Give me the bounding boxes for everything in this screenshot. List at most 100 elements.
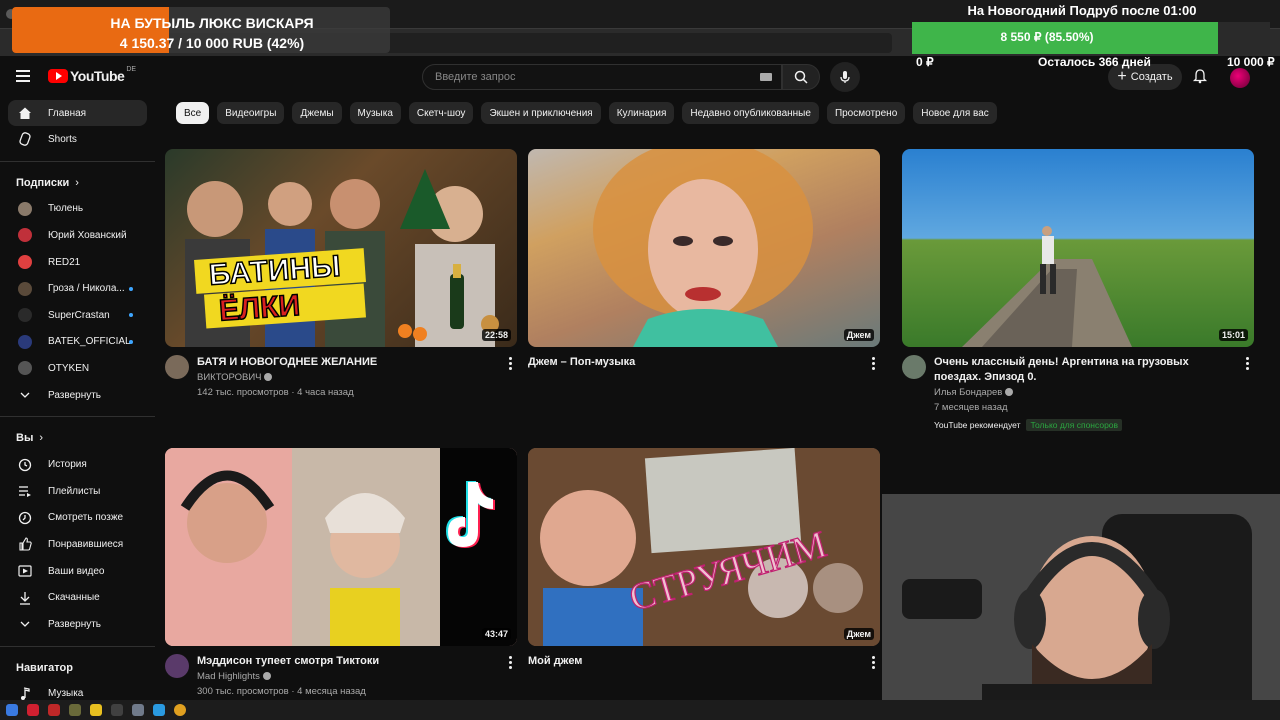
video-card[interactable]: БАТИНЫ ЁЛКИ 22:58 БАТЯ И НОВОГОДНЕЕ ЖЕЛА… bbox=[165, 149, 517, 400]
more-options-icon[interactable] bbox=[872, 656, 876, 671]
channel-avatar[interactable] bbox=[902, 355, 926, 379]
search-button[interactable] bbox=[782, 64, 820, 90]
app-icon[interactable] bbox=[90, 704, 102, 716]
start-menu-icon[interactable] bbox=[6, 704, 18, 716]
subathon-max-label: 10 000 ₽ bbox=[1227, 55, 1275, 69]
sidebar-item-download[interactable]: Скачанные bbox=[0, 584, 155, 611]
filter-chip[interactable]: Недавно опубликованные bbox=[682, 102, 819, 124]
microphone-icon bbox=[840, 71, 850, 83]
notifications-bell-icon[interactable] bbox=[1192, 68, 1208, 84]
windows-taskbar bbox=[0, 700, 1280, 720]
section-title: Подписки bbox=[16, 176, 70, 189]
app-icon[interactable] bbox=[69, 704, 81, 716]
sidebar-item-history[interactable]: История bbox=[0, 451, 155, 478]
chevron-down-icon bbox=[18, 617, 32, 631]
filter-chip[interactable]: Просмотрено bbox=[826, 102, 906, 124]
you-header[interactable]: Вы › bbox=[0, 425, 155, 451]
telegram-icon[interactable] bbox=[153, 704, 165, 716]
like-icon bbox=[18, 537, 32, 551]
video-thumbnail[interactable]: СТРУЯЧИМ Джем bbox=[528, 448, 880, 646]
chrome-icon[interactable] bbox=[174, 704, 186, 716]
video-thumbnail[interactable]: 15:01 bbox=[902, 149, 1254, 347]
video-duration: 43:47 bbox=[481, 628, 511, 640]
filter-chip[interactable]: Новое для вас bbox=[913, 102, 997, 124]
sidebar-item-your-videos[interactable]: Ваши видео bbox=[0, 558, 155, 585]
donation-goal-widget: НА БУТЫЛЬ ЛЮКС ВИСКАРЯ 4 150.37 / 10 000… bbox=[12, 7, 390, 53]
video-card[interactable]: 43:47 Мэддисон тупеет смотря Тиктоки Mad… bbox=[165, 448, 517, 699]
video-card[interactable]: СТРУЯЧИМ Джем Мой джем bbox=[528, 448, 880, 669]
channel-name[interactable]: Mad Highlights bbox=[197, 671, 260, 682]
video-title[interactable]: Джем – Поп-музыка bbox=[528, 355, 856, 370]
sidebar-item-playlists[interactable]: Плейлисты bbox=[0, 478, 155, 505]
more-options-icon[interactable] bbox=[1246, 357, 1250, 372]
music-icon bbox=[18, 687, 32, 701]
video-thumbnail[interactable]: БАТИНЫ ЁЛКИ 22:58 bbox=[165, 149, 517, 347]
keyboard-icon[interactable] bbox=[760, 73, 772, 81]
app-icon[interactable] bbox=[48, 704, 60, 716]
sidebar-item-label: Юрий Хованский bbox=[48, 229, 127, 241]
sidebar-item-watch-later[interactable]: Смотреть позже bbox=[0, 505, 155, 532]
app-icon[interactable] bbox=[132, 704, 144, 716]
channel-avatar[interactable] bbox=[165, 654, 189, 678]
youtube-logo[interactable]: YouTube DE bbox=[48, 66, 136, 84]
home-icon bbox=[18, 106, 32, 120]
sidebar-item-label: Ваши видео bbox=[48, 565, 105, 577]
filter-chip[interactable]: Все bbox=[176, 102, 210, 124]
video-title[interactable]: Мой джем bbox=[528, 654, 856, 669]
filter-chip[interactable]: Экшен и приключения bbox=[481, 102, 601, 124]
filter-chip[interactable]: Музыка bbox=[349, 102, 401, 124]
channel-avatar[interactable] bbox=[165, 355, 189, 379]
chevron-right-icon: › bbox=[39, 432, 44, 445]
channel-name[interactable]: ВИКТОРОВИЧ bbox=[197, 372, 261, 383]
sidebar-item-subscription[interactable]: RED21 bbox=[0, 249, 155, 276]
sidebar-item-shorts[interactable]: Shorts bbox=[0, 126, 155, 153]
logo-text: YouTube bbox=[70, 68, 125, 84]
subscriptions-header[interactable]: Подписки › bbox=[0, 170, 155, 196]
sidebar-item-subscription[interactable]: Тюлень bbox=[0, 196, 155, 223]
voice-search-button[interactable] bbox=[830, 62, 860, 92]
video-thumbnail[interactable]: 43:47 bbox=[165, 448, 517, 646]
video-title[interactable]: Очень классный день! Аргентина на грузов… bbox=[934, 355, 1230, 385]
more-options-icon[interactable] bbox=[872, 357, 876, 372]
sidebar-item-label: Shorts bbox=[48, 133, 77, 145]
filter-chip[interactable]: Видеоигры bbox=[217, 102, 285, 124]
section-title: Вы bbox=[16, 432, 34, 445]
yandex-browser-icon[interactable] bbox=[27, 704, 39, 716]
jam-badge: Джем bbox=[843, 628, 874, 640]
sidebar-item-subscription[interactable]: Юрий Хованский bbox=[0, 222, 155, 249]
video-title[interactable]: БАТЯ И НОВОГОДНЕЕ ЖЕЛАНИЕ bbox=[197, 355, 493, 370]
recommended-badge: YouTube рекомендует bbox=[934, 420, 1021, 430]
hamburger-menu-icon[interactable] bbox=[16, 70, 30, 82]
sidebar-item-subscription[interactable]: Гроза / Никола... bbox=[0, 275, 155, 302]
video-thumbnail[interactable]: Джем bbox=[528, 149, 880, 347]
video-card[interactable]: 15:01 Очень классный день! Аргентина на … bbox=[902, 149, 1254, 431]
channel-avatar bbox=[18, 334, 32, 349]
filter-chip[interactable]: Джемы bbox=[292, 102, 342, 124]
sidebar-item-home[interactable]: Главная bbox=[8, 100, 147, 126]
more-options-icon[interactable] bbox=[509, 357, 513, 372]
video-stats: 7 месяцев назад bbox=[934, 402, 1008, 413]
filter-chip[interactable]: Скетч-шоу bbox=[408, 102, 474, 124]
verified-icon bbox=[264, 373, 273, 382]
channel-name[interactable]: Илья Бондарев bbox=[934, 387, 1002, 398]
sidebar-item-subscription[interactable]: BATEK_OFFICIAL bbox=[0, 329, 155, 356]
more-options-icon[interactable] bbox=[509, 656, 513, 671]
new-content-dot bbox=[129, 339, 133, 344]
obs-icon[interactable] bbox=[111, 704, 123, 716]
expand-subscriptions-button[interactable]: Развернуть bbox=[0, 382, 155, 409]
sidebar-item-label: Понравившиеся bbox=[48, 538, 124, 550]
sidebar-item-subscription[interactable]: OTYKEN bbox=[0, 355, 155, 382]
divider bbox=[0, 416, 155, 418]
verified-icon bbox=[1005, 388, 1014, 397]
account-avatar[interactable] bbox=[1230, 68, 1250, 88]
video-title[interactable]: Мэддисон тупеет смотря Тиктоки bbox=[197, 654, 493, 669]
thumbnail-title-line2: ЁЛКИ bbox=[218, 289, 301, 328]
new-content-dot bbox=[129, 313, 133, 318]
expand-you-button[interactable]: Развернуть bbox=[0, 611, 155, 638]
search-input[interactable] bbox=[423, 65, 781, 89]
sidebar-item-subscription[interactable]: SuperCrastan bbox=[0, 302, 155, 329]
video-card[interactable]: Джем Джем – Поп-музыка bbox=[528, 149, 880, 370]
sidebar-item-like[interactable]: Понравившиеся bbox=[0, 531, 155, 558]
donation-goal-title: НА БУТЫЛЬ ЛЮКС ВИСКАРЯ bbox=[110, 15, 314, 31]
filter-chip[interactable]: Кулинария bbox=[608, 102, 675, 124]
